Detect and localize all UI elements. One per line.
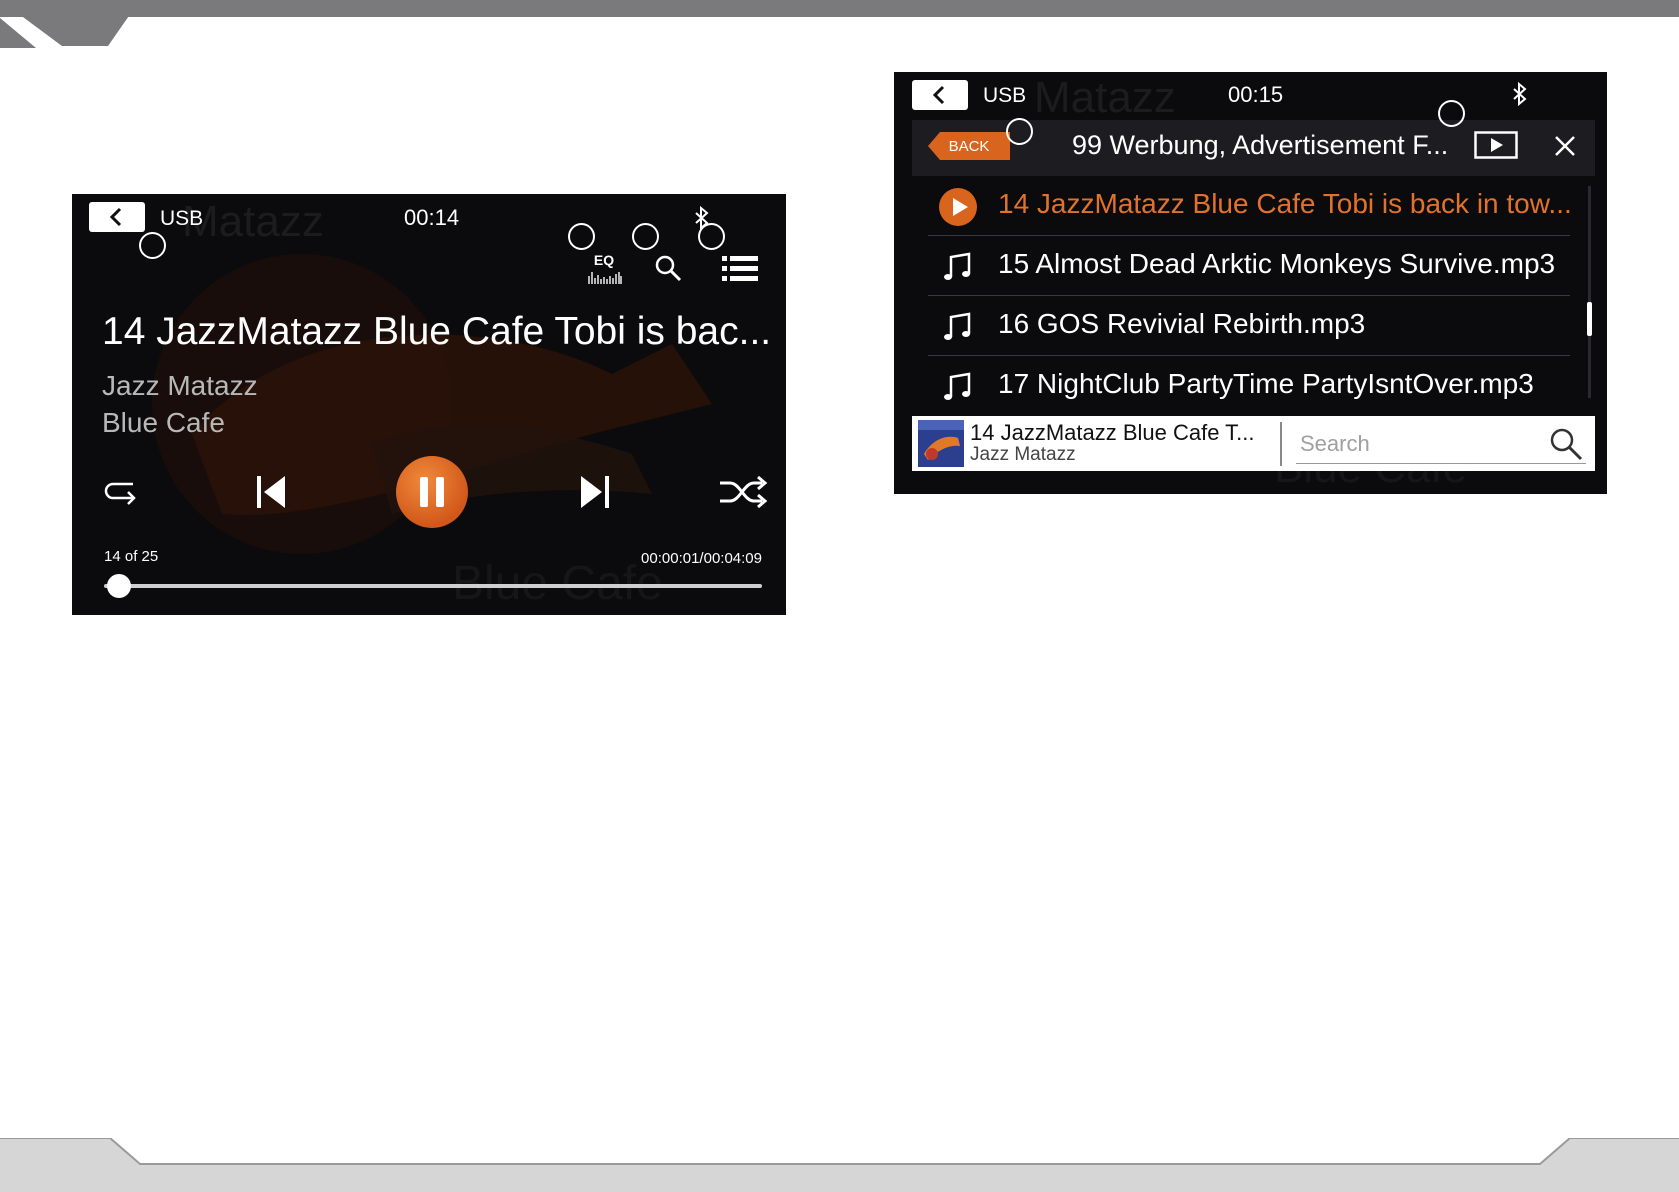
back-button[interactable]: [89, 202, 145, 232]
play-folder-button[interactable]: [1474, 131, 1518, 159]
clock: 00:15: [1228, 82, 1284, 107]
list-item[interactable]: 17 NightClub PartyTime PartyIsntOver.mp3: [928, 356, 1570, 415]
scrollbar-track[interactable]: [1588, 186, 1591, 398]
file-list: 14 JazzMatazz Blue Cafe Tobi is back in …: [928, 176, 1572, 415]
scrollbar-thumb[interactable]: [1587, 302, 1592, 336]
eq-icon: [588, 272, 622, 284]
artist-name: Jazz Matazz: [102, 370, 258, 401]
back-button[interactable]: [912, 80, 968, 110]
back-icon: [109, 207, 122, 227]
callout-marker: [1006, 118, 1033, 145]
next-icon: [581, 476, 609, 508]
file-name: 17 NightClub PartyTime PartyIsntOver.mp3: [998, 368, 1534, 399]
pause-icon: [420, 477, 444, 507]
now-playing-artist: Jazz Matazz: [970, 444, 1076, 465]
file-name: 15 Almost Dead Arktic Monkeys Survive.mp…: [998, 248, 1556, 279]
callout-marker: [1438, 100, 1465, 127]
callout-marker: [568, 223, 595, 250]
close-icon: [1555, 136, 1575, 156]
callout-marker: [632, 223, 659, 250]
list-item[interactable]: 15 Almost Dead Arktic Monkeys Survive.mp…: [928, 236, 1570, 296]
close-button[interactable]: [1549, 130, 1581, 162]
mini-player[interactable]: 14 JazzMatazz Blue Cafe T... Jazz Matazz: [912, 416, 1595, 471]
eq-button[interactable]: EQ: [582, 252, 626, 286]
search-icon: [655, 255, 682, 282]
list-item[interactable]: 14 JazzMatazz Blue Cafe Tobi is back in …: [928, 176, 1572, 236]
clock: 00:14: [404, 205, 460, 230]
folder-title: 99 Werbung, Advertisement F...: [1072, 130, 1449, 160]
repeat-button[interactable]: [100, 472, 144, 512]
previous-icon: [257, 476, 285, 508]
bottom-decor-strip: [0, 1138, 1679, 1192]
search-icon[interactable]: [1548, 426, 1584, 462]
track-title: 14 JazzMatazz Blue Cafe Tobi is bac...: [102, 310, 772, 353]
music-note-icon: [938, 247, 978, 287]
eq-label: EQ: [593, 252, 615, 268]
shuffle-icon: [720, 475, 768, 509]
time-readout: 00:00:01/00:04:09: [641, 550, 762, 567]
top-notch-decor: [0, 0, 140, 48]
source-label: USB: [160, 207, 204, 230]
album-name: Blue Cafe: [102, 407, 225, 438]
pause-button[interactable]: [396, 456, 468, 528]
album-art-thumbnail: [918, 420, 964, 467]
back-icon: [932, 85, 945, 105]
next-button[interactable]: [572, 470, 616, 514]
svg-text:Matazz: Matazz: [1034, 73, 1176, 122]
play-box-icon: [1474, 131, 1518, 159]
music-note-icon: [938, 307, 978, 347]
file-name: 16 GOS Revivial Rebirth.mp3: [998, 308, 1366, 339]
file-name: 14 JazzMatazz Blue Cafe Tobi is back in …: [998, 188, 1572, 219]
track-count: 14 of 25: [104, 548, 159, 565]
music-note-icon: [938, 367, 978, 407]
callout-marker: [698, 223, 725, 250]
list-button[interactable]: [720, 252, 760, 286]
progress-knob[interactable]: [106, 574, 131, 598]
shuffle-button[interactable]: [718, 470, 768, 514]
divider: [1280, 422, 1282, 466]
now-playing-icon: [938, 187, 978, 227]
bluetooth-icon: [1513, 82, 1527, 106]
svg-text:Matazz: Matazz: [182, 197, 324, 246]
repeat-icon: [104, 482, 136, 505]
search-button[interactable]: [652, 252, 686, 286]
callout-marker: [139, 232, 166, 259]
previous-button[interactable]: [250, 470, 294, 514]
search-input[interactable]: [1296, 424, 1586, 464]
progress-bar[interactable]: [104, 584, 762, 588]
list-item[interactable]: 16 GOS Revivial Rebirth.mp3: [928, 296, 1570, 356]
source-label: USB: [983, 84, 1027, 107]
top-decor-strip: [0, 0, 1679, 17]
file-list-screen: Matazz Blue Cafe USB 00:15 BACK 99 Werbu…: [894, 72, 1607, 494]
list-icon: [722, 256, 758, 281]
folder-back-button[interactable]: BACK: [928, 132, 1010, 160]
player-screen: Matazz Blue Cafe USB 00:14 EQ 14 JazzMat…: [72, 194, 786, 615]
now-playing-title: 14 JazzMatazz Blue Cafe T...: [970, 420, 1255, 445]
